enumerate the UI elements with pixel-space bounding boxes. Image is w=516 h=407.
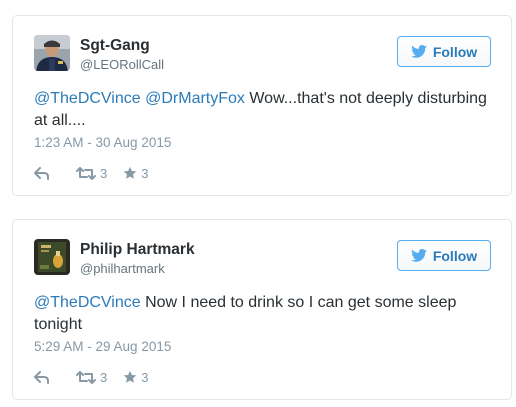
like-button[interactable]: 3 [123,370,148,385]
retweet-button[interactable]: 3 [76,166,107,181]
display-name[interactable]: Sgt-Gang [80,37,150,55]
like-count: 3 [141,369,149,385]
mention-link[interactable]: @TheDCVince [34,90,141,107]
follow-button[interactable]: Follow [397,36,491,67]
reply-button[interactable] [34,166,50,180]
avatar[interactable] [34,239,70,275]
retweet-icon [76,166,96,180]
timestamp[interactable]: 5:29 AM - 29 Aug 2015 [34,339,171,354]
reply-button[interactable] [34,370,50,384]
timestamp[interactable]: 1:23 AM - 30 Aug 2015 [34,135,171,150]
user-handle[interactable]: @philhartmark [80,261,165,276]
user-handle[interactable]: @LEORollCall [80,57,164,72]
like-button[interactable]: 3 [123,166,148,181]
tweet-text: @TheDCVince @DrMartyFox Wow...that's not… [34,88,494,132]
like-count: 3 [141,165,149,181]
tweet-actions: 3 3 [34,367,148,387]
follow-label: Follow [432,247,478,264]
avatar-officer-icon [34,35,70,71]
tweet-actions: 3 3 [34,163,148,183]
tweet-text: @TheDCVince Now I need to drink so I can… [34,292,494,336]
twitter-bird-icon [411,249,427,262]
twitter-bird-icon [411,45,427,58]
retweet-button[interactable]: 3 [76,370,107,385]
reply-arrow-icon [34,166,49,180]
tweet-card: Philip Hartmark @philhartmark Follow @Th… [12,219,512,400]
reply-arrow-icon [34,370,49,384]
star-icon [123,370,137,383]
follow-label: Follow [432,43,478,60]
retweet-icon [76,370,96,384]
star-icon [123,166,137,179]
retweet-count: 3 [100,369,108,385]
retweet-count: 3 [100,165,108,181]
tweet-card: Sgt-Gang @LEORollCall Follow @TheDCVince… [12,15,512,196]
avatar-book-cover-icon [34,239,70,275]
display-name[interactable]: Philip Hartmark [80,241,195,259]
avatar[interactable] [34,35,70,71]
mention-link[interactable]: @DrMartyFox [145,90,245,107]
mention-link[interactable]: @TheDCVince [34,294,141,311]
follow-button[interactable]: Follow [397,240,491,271]
